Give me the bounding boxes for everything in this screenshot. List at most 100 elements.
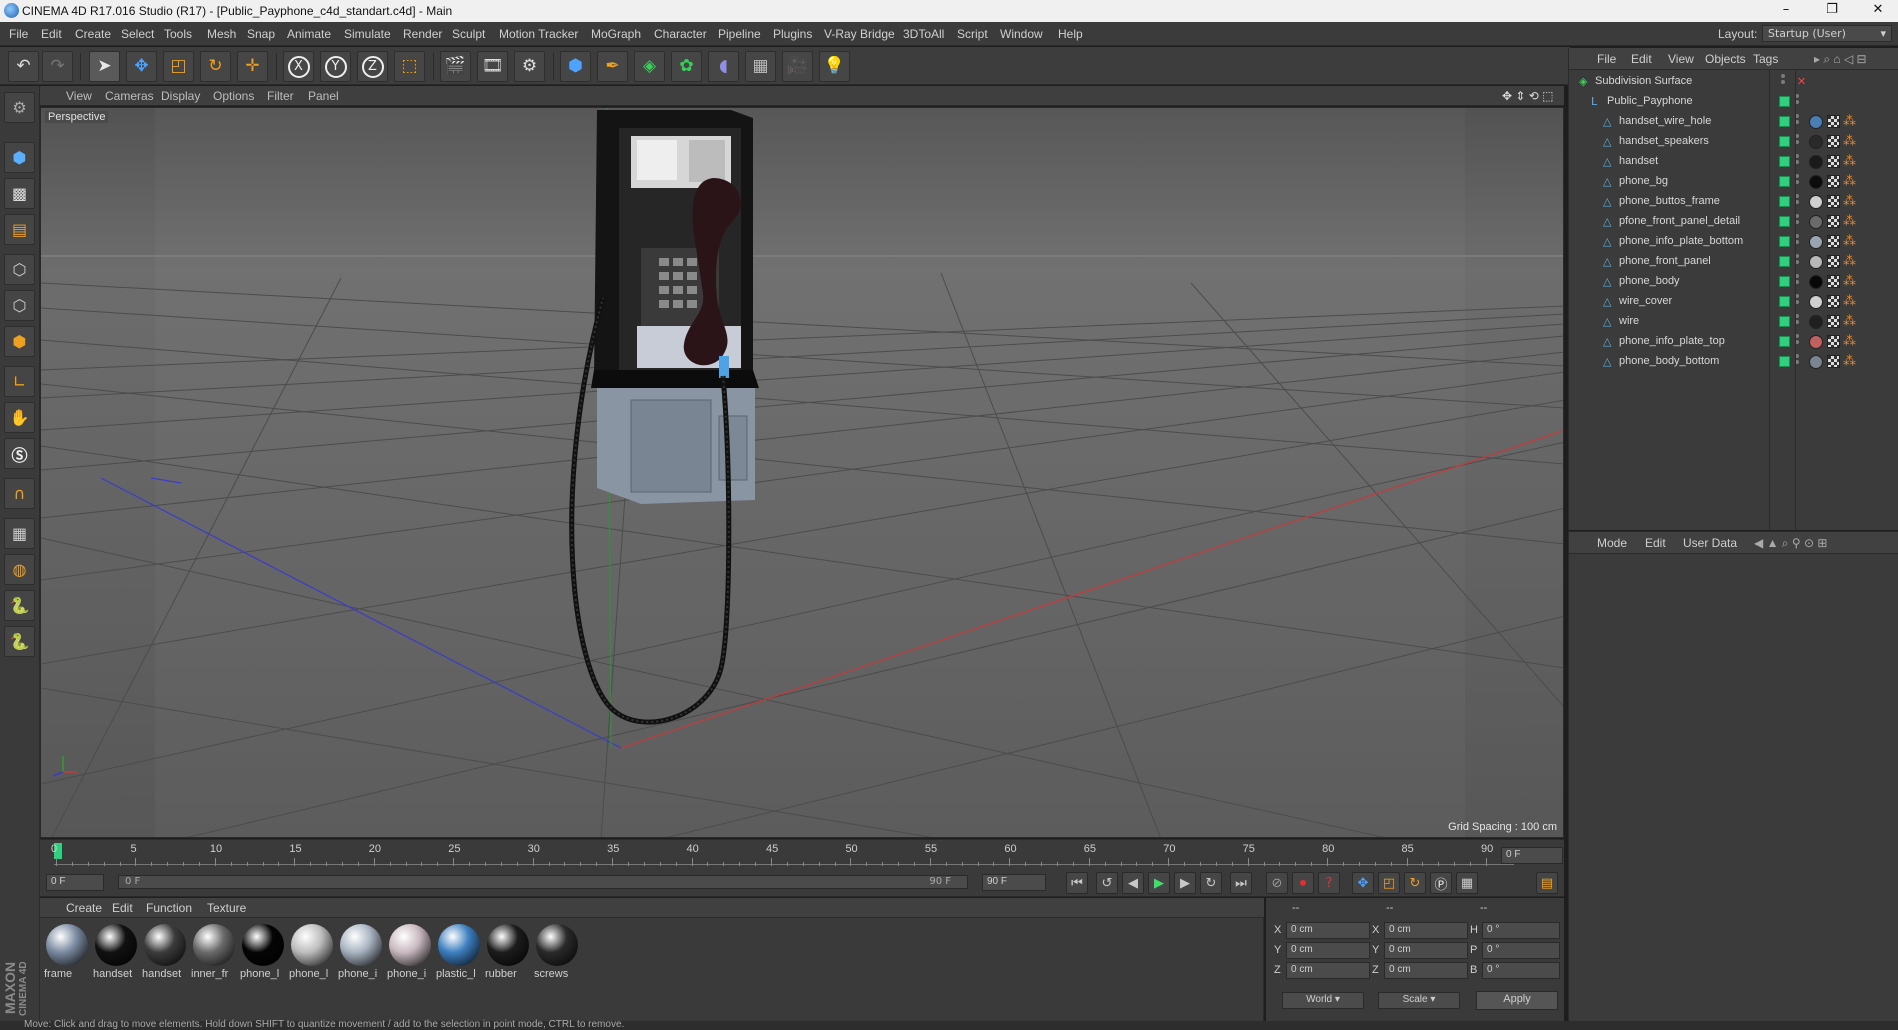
edges-mode-button[interactable]: ⬡ (4, 290, 35, 321)
coord-system-select[interactable]: World ▾ (1282, 992, 1364, 1009)
phong-tag-icon[interactable]: ⁂ (1843, 154, 1857, 169)
matmgr-menu-edit[interactable]: Edit (112, 901, 133, 915)
attrmgr-nav-icons[interactable]: ◀ ▲ ⌕ ⚲ ⊙ ⊞ (1754, 536, 1827, 551)
menu-motion-tracker[interactable]: Motion Tracker (499, 27, 578, 41)
coord-size-field[interactable]: 0 cm (1384, 942, 1468, 959)
object-name[interactable]: phone_body (1619, 275, 1680, 287)
object-name[interactable]: phone_info_plate_top (1619, 335, 1725, 347)
layer-color-swatch[interactable] (1779, 316, 1790, 327)
object-name[interactable]: Public_Payphone (1607, 95, 1693, 107)
menu-create[interactable]: Create (75, 27, 111, 41)
material-swatch[interactable]: plastic_l (435, 922, 483, 982)
menu-render[interactable]: Render (403, 27, 442, 41)
layer-color-swatch[interactable] (1779, 236, 1790, 247)
y-axis-button[interactable]: Y (320, 51, 351, 82)
current-frame-field[interactable]: 0 F (1501, 847, 1563, 864)
coord-rotation-field[interactable]: 0 ° (1482, 922, 1560, 939)
texture-mode-button[interactable]: ▩ (4, 178, 35, 209)
viewport-perspective[interactable]: Perspective Grid Spacing : 100 cm (40, 107, 1564, 838)
python-script-1-button[interactable]: 🐍 (4, 590, 35, 621)
scale-button[interactable]: ◰ (163, 51, 194, 82)
material-swatch[interactable]: handset (92, 922, 140, 982)
object-row[interactable]: △ handset ⁂ (1569, 152, 1898, 172)
undo-button[interactable]: ↶ (8, 51, 39, 82)
material-tag-icon[interactable] (1809, 335, 1823, 349)
material-swatch[interactable]: inner_fr (190, 922, 238, 982)
object-row[interactable]: L Public_Payphone (1569, 92, 1898, 112)
pen-spline-button[interactable]: ✒ (597, 51, 628, 82)
phong-tag-icon[interactable]: ⁂ (1843, 134, 1857, 149)
layer-color-swatch[interactable] (1779, 356, 1790, 367)
material-swatch[interactable]: frame (43, 922, 91, 982)
workplane-button[interactable]: ▤ (4, 214, 35, 245)
previous-frame-button[interactable]: ◀ (1122, 872, 1144, 894)
object-row[interactable]: △ handset_wire_hole ⁂ (1569, 112, 1898, 132)
rotate-button[interactable]: ↻ (200, 51, 231, 82)
disabled-cross-icon[interactable]: ✕ (1797, 75, 1806, 88)
menu-script[interactable]: Script (957, 27, 988, 41)
redo-button[interactable]: ↷ (42, 51, 73, 82)
objmgr-menu-tags[interactable]: Tags (1753, 52, 1778, 66)
previous-key-button[interactable]: ↺ (1096, 872, 1118, 894)
key-pla-button[interactable]: ▦ (1456, 872, 1478, 894)
cloner-button[interactable]: ✿ (671, 51, 702, 82)
viewport-menu-cameras[interactable]: Cameras (105, 89, 154, 103)
menu-pipeline[interactable]: Pipeline (718, 27, 761, 41)
viewport-navigation-icons[interactable]: ✥ ⇕ ⟲ ⬚ (1502, 89, 1554, 103)
coord-rotation-field[interactable]: 0 ° (1482, 962, 1560, 979)
attrmgr-menu-mode[interactable]: Mode (1597, 536, 1627, 550)
material-tag-icon[interactable] (1809, 235, 1823, 249)
menu-mesh[interactable]: Mesh (207, 27, 236, 41)
layer-color-swatch[interactable] (1779, 296, 1790, 307)
viewport-menu-panel[interactable]: Panel (308, 89, 339, 103)
phong-tag-icon[interactable]: ⁂ (1843, 274, 1857, 289)
uvw-tag-icon[interactable] (1827, 275, 1840, 288)
timeline-ruler[interactable]: 0 5 10 15 20 25 30 35 40 45 50 55 60 65 70 75 80 85 90 0 F (40, 839, 1564, 869)
material-swatch[interactable]: handset (141, 922, 189, 982)
material-tag-icon[interactable] (1809, 275, 1823, 289)
uvw-tag-icon[interactable] (1827, 215, 1840, 228)
object-row[interactable]: △ phone_buttos_frame ⁂ (1569, 192, 1898, 212)
object-name[interactable]: handset_wire_hole (1619, 115, 1711, 127)
tweak-mode-button[interactable]: ✋ (4, 402, 35, 433)
recent-tool-button[interactable]: ✛ (237, 51, 268, 82)
uvw-tag-icon[interactable] (1827, 235, 1840, 248)
visibility-dots[interactable] (1781, 74, 1786, 89)
axis-mode-button[interactable]: ∟ (4, 366, 35, 397)
viewport-menu-view[interactable]: View (66, 89, 92, 103)
object-name[interactable]: handset (1619, 155, 1658, 167)
objmgr-menu-file[interactable]: File (1597, 52, 1616, 66)
motion-record-button[interactable]: ⊘ (1266, 872, 1288, 894)
object-name[interactable]: phone_bg (1619, 175, 1668, 187)
record-button[interactable]: ⏺ (1292, 872, 1314, 894)
layout-select[interactable]: Startup (User) ▾ (1762, 25, 1892, 42)
object-row[interactable]: △ phone_body_bottom ⁂ (1569, 352, 1898, 372)
render-view-button[interactable]: 🎬 (440, 51, 471, 82)
material-tag-icon[interactable] (1809, 155, 1823, 169)
layer-color-swatch[interactable] (1779, 96, 1790, 107)
render-to-picture-viewer-button[interactable]: 🎞 (477, 51, 508, 82)
coord-size-field[interactable]: 0 cm (1384, 922, 1468, 939)
menu-snap[interactable]: Snap (247, 27, 275, 41)
menu-plugins[interactable]: Plugins (773, 27, 812, 41)
phong-tag-icon[interactable]: ⁂ (1843, 254, 1857, 269)
uvw-tag-icon[interactable] (1827, 355, 1840, 368)
material-swatch[interactable]: phone_i (386, 922, 434, 982)
material-tag-icon[interactable] (1809, 115, 1823, 129)
layer-color-swatch[interactable] (1779, 116, 1790, 127)
uvw-tag-icon[interactable] (1827, 175, 1840, 188)
coord-size-field[interactable]: 0 cm (1384, 962, 1468, 979)
phong-tag-icon[interactable]: ⁂ (1843, 334, 1857, 349)
matmgr-menu-function[interactable]: Function (146, 901, 192, 915)
coord-position-field[interactable]: 0 cm (1286, 922, 1370, 939)
material-tag-icon[interactable] (1809, 215, 1823, 229)
uvw-tag-icon[interactable] (1827, 135, 1840, 148)
uvw-tag-icon[interactable] (1827, 315, 1840, 328)
menu-select[interactable]: Select (121, 27, 154, 41)
light-button[interactable]: 💡 (819, 51, 850, 82)
material-tag-icon[interactable] (1809, 355, 1823, 369)
layer-color-swatch[interactable] (1779, 176, 1790, 187)
layer-color-swatch[interactable] (1779, 256, 1790, 267)
magnet-button[interactable]: ∩ (4, 478, 35, 509)
material-swatch[interactable]: screws (533, 922, 581, 982)
